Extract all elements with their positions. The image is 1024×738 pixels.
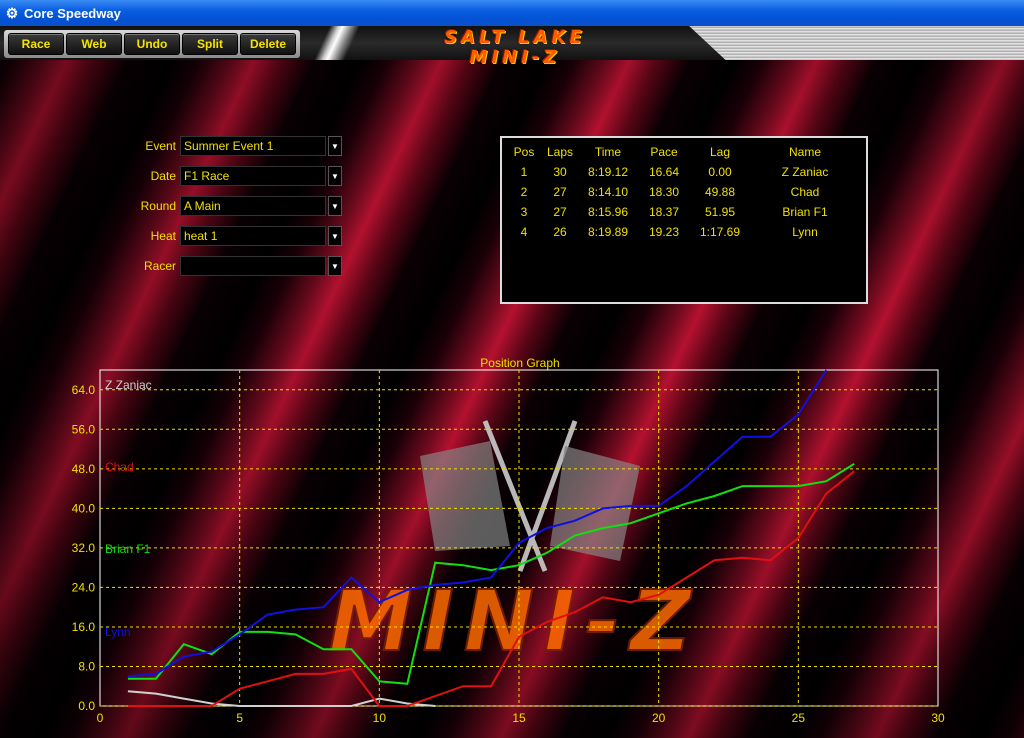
x-tick-label: 20 bbox=[652, 711, 666, 725]
x-tick-label: 0 bbox=[97, 711, 104, 725]
main-area: Race Web Undo Split Delete SALT LAKE MIN… bbox=[0, 26, 1024, 738]
chrome-decoration-left bbox=[300, 26, 370, 60]
app-gear-icon: ⚙ bbox=[5, 4, 19, 21]
y-tick-label: 24.0 bbox=[72, 580, 96, 594]
legend-label: Z Zaniac bbox=[105, 378, 152, 392]
y-tick-label: 32.0 bbox=[72, 541, 96, 555]
x-tick-label: 30 bbox=[931, 711, 945, 725]
logo: SALT LAKE MINI-Z bbox=[380, 28, 650, 72]
window-title: Core Speedway bbox=[24, 5, 121, 21]
watermark-layer: MINI-Z bbox=[328, 420, 701, 671]
undo-button[interactable]: Undo bbox=[124, 33, 180, 55]
x-tick-label: 15 bbox=[512, 711, 526, 725]
y-tick-label: 0.0 bbox=[78, 699, 95, 713]
race-button[interactable]: Race bbox=[8, 33, 64, 55]
y-tick-label: 16.0 bbox=[72, 620, 96, 634]
x-tick-label: 10 bbox=[373, 711, 387, 725]
chrome-decoration-right bbox=[689, 26, 1024, 60]
y-tick-label: 40.0 bbox=[72, 501, 96, 515]
x-tick-label: 25 bbox=[792, 711, 806, 725]
y-tick-label: 56.0 bbox=[72, 422, 96, 436]
position-graph: MINI-Z 0.0 8.0 16.0 24.0 32.0 40.0 48.0 56.0 64.… bbox=[72, 369, 945, 725]
web-button[interactable]: Web bbox=[66, 33, 122, 55]
series-line-z-zaniac bbox=[127, 690, 436, 707]
window-titlebar: ⚙ Core Speedway bbox=[0, 0, 1024, 26]
x-tick-label: 5 bbox=[236, 711, 243, 725]
logo-line-2: MINI-Z bbox=[469, 47, 561, 68]
y-tick-label: 8.0 bbox=[78, 659, 95, 673]
toolbar-buttons: Race Web Undo Split Delete bbox=[4, 30, 300, 58]
checkered-flags-icon bbox=[420, 420, 640, 572]
y-tick-label: 48.0 bbox=[72, 462, 96, 476]
delete-button[interactable]: Delete bbox=[240, 33, 296, 55]
legend-label: Lynn bbox=[105, 625, 131, 639]
split-button[interactable]: Split bbox=[182, 33, 238, 55]
graph-axes: 0.0 8.0 16.0 24.0 32.0 40.0 48.0 56.0 64.0 0 5 10 15… bbox=[72, 369, 945, 725]
logo-line-1: SALT LAKE bbox=[444, 27, 586, 48]
y-tick-label: 64.0 bbox=[72, 383, 96, 397]
legend-label: Brian F1 bbox=[105, 542, 151, 556]
mini-z-watermark: MINI-Z bbox=[329, 572, 701, 670]
legend-label: Chad bbox=[105, 460, 134, 474]
